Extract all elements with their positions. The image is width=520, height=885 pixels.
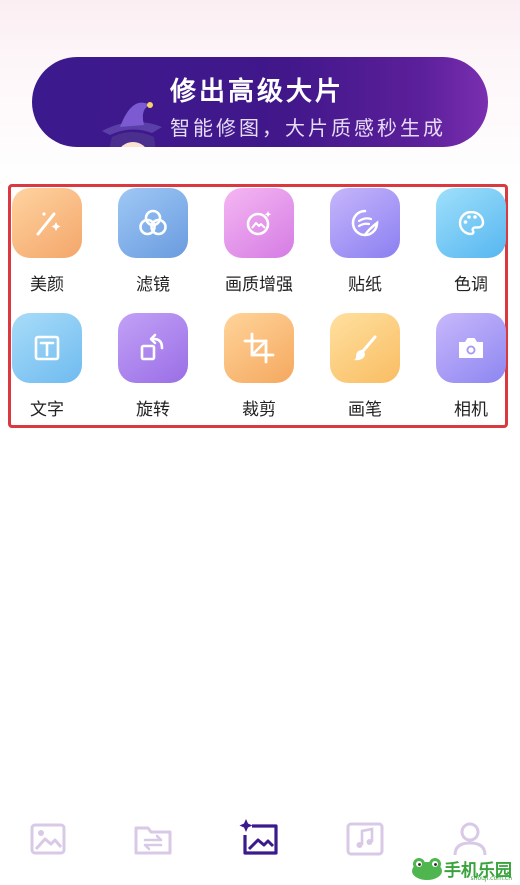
tool-label: 裁剪	[242, 400, 276, 420]
magic-wand-icon	[12, 188, 82, 258]
tool-label: 文字	[30, 400, 64, 420]
banner-title: 修出高级大片	[170, 77, 345, 107]
sticker-icon	[330, 188, 400, 258]
tool-beauty[interactable]: 美颜	[0, 188, 97, 295]
tool-filter[interactable]: 滤镜	[103, 188, 203, 295]
nav-gallery[interactable]	[26, 817, 70, 861]
filter-circles-icon	[118, 188, 188, 258]
frog-logo-icon	[412, 858, 442, 880]
tool-sticker[interactable]: 贴纸	[315, 188, 415, 295]
gallery-icon	[30, 823, 66, 855]
rotate-icon	[118, 313, 188, 383]
palette-icon	[436, 188, 506, 258]
tool-label: 滤镜	[136, 275, 170, 295]
camera-icon	[436, 313, 506, 383]
crop-icon	[224, 313, 294, 383]
banner-subtitle: 智能修图，大片质感秒生成	[170, 116, 446, 140]
promo-banner[interactable]: ✦ 修出高级大片 智能修图，大片质感秒生成	[32, 57, 488, 147]
tool-label: 贴纸	[348, 275, 382, 295]
nav-files[interactable]	[131, 817, 175, 861]
tool-label: 旋转	[136, 400, 170, 420]
svg-text:✦: ✦	[166, 146, 174, 147]
watermark-url: shouji.com.cn	[470, 875, 512, 882]
tool-label: 相机	[454, 400, 488, 420]
nav-edit[interactable]	[238, 817, 282, 861]
tool-tone[interactable]: 色调	[421, 188, 520, 295]
text-icon	[12, 313, 82, 383]
tool-label: 色调	[454, 275, 488, 295]
tool-label: 画质增强	[225, 275, 293, 295]
tool-label: 美颜	[30, 275, 64, 295]
tool-quality-enhance[interactable]: 画质增强	[209, 188, 309, 295]
tool-text[interactable]: 文字	[0, 313, 97, 420]
tool-camera[interactable]: 相机	[421, 313, 520, 420]
tool-crop[interactable]: 裁剪	[209, 313, 309, 420]
tool-brush[interactable]: 画笔	[315, 313, 415, 420]
tool-label: 画笔	[348, 400, 382, 420]
watermark: 手机乐园 shouji.com.cn	[410, 855, 512, 882]
brush-icon	[330, 313, 400, 383]
tool-rotate[interactable]: 旋转	[103, 313, 203, 420]
sparkle-image-icon	[239, 819, 278, 855]
music-icon	[346, 822, 384, 856]
folder-transfer-icon	[134, 826, 172, 855]
nav-music[interactable]	[343, 817, 387, 861]
image-enhance-icon	[224, 188, 294, 258]
